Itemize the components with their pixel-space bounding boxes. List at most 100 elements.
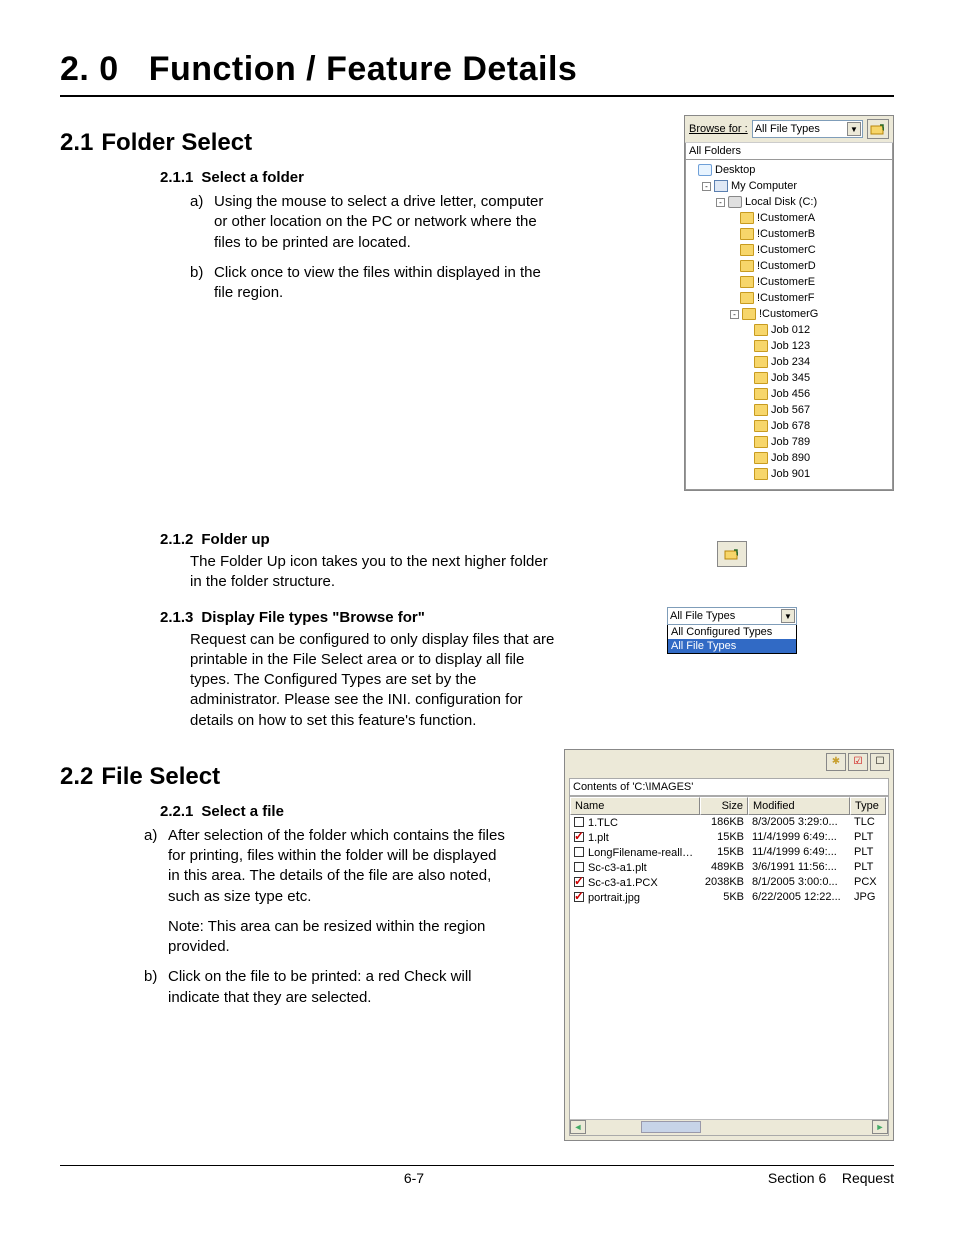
file-type: JPG [850, 890, 886, 905]
checkbox-icon[interactable] [574, 847, 584, 857]
tree-node[interactable]: Job 456 [688, 386, 890, 402]
tree-node-label: !CustomerG [759, 308, 818, 320]
tree-node[interactable]: Job 567 [688, 402, 890, 418]
tree-node-label: Local Disk (C:) [745, 196, 817, 208]
drive-icon [728, 196, 742, 208]
file-row[interactable]: portrait.jpg5KB6/22/2005 12:22...JPG [570, 890, 888, 905]
dropdown-value: All File Types [670, 610, 735, 622]
tree-node[interactable]: Job 123 [688, 338, 890, 354]
folder-icon [740, 276, 754, 288]
new-folder-icon: ✱ [832, 756, 840, 767]
folder-up-button-large[interactable] [717, 541, 747, 567]
tree-node[interactable]: Job 789 [688, 434, 890, 450]
tree-node-label: Job 123 [771, 340, 810, 352]
tree-node[interactable]: Desktop [688, 162, 890, 178]
file-row[interactable]: Sc-c3-a1.plt489KB3/6/1991 11:56:...PLT [570, 860, 888, 875]
scroll-left-button[interactable]: ◄ [570, 1120, 586, 1134]
scroll-right-button[interactable]: ► [872, 1120, 888, 1134]
folder-icon [740, 228, 754, 240]
tree-node[interactable]: !CustomerE [688, 274, 890, 290]
tree-node[interactable]: !CustomerB [688, 226, 890, 242]
folder-up-icon [724, 548, 740, 560]
tree-node-label: Job 901 [771, 468, 810, 480]
list-marker-a: a) [190, 192, 214, 253]
file-row[interactable]: 1.TLC186KB8/3/2005 3:29:0...TLC [570, 815, 888, 830]
tree-node[interactable]: Job 901 [688, 466, 890, 482]
chapter-number: 2. 0 [60, 50, 119, 88]
file-row[interactable]: Sc-c3-a1.PCX2038KB8/1/2005 3:00:0...PCX [570, 875, 888, 890]
file-modified: 11/4/1999 6:49:... [748, 830, 850, 845]
body-text: After selection of the folder which cont… [168, 826, 510, 907]
tree-node[interactable]: Job 678 [688, 418, 890, 434]
tree-node-label: !CustomerA [757, 212, 815, 224]
body-text: The Folder Up icon takes you to the next… [190, 552, 560, 593]
select-all-button[interactable]: ☑ [848, 753, 868, 771]
tree-node[interactable]: - Local Disk (C:) [688, 194, 890, 210]
tree-node[interactable]: -My Computer [688, 178, 890, 194]
file-types-dropdown[interactable]: All File Types ▼ [667, 607, 797, 625]
checkbox-icon[interactable] [574, 862, 584, 872]
tree-node[interactable]: !CustomerF [688, 290, 890, 306]
file-size: 2038KB [700, 875, 748, 890]
footer-title: Request [842, 1170, 894, 1186]
grid-header: Name Size Modified Type [570, 797, 888, 815]
file-type: PLT [850, 845, 886, 860]
tree-node[interactable]: !CustomerC [688, 242, 890, 258]
folder-icon [740, 292, 754, 304]
folder-icon [740, 260, 754, 272]
checkbox-icon[interactable] [574, 832, 584, 842]
heading-2-1-1: 2.1.1Select a folder [160, 169, 560, 186]
file-row[interactable]: 1.plt15KB11/4/1999 6:49:...PLT [570, 830, 888, 845]
file-row[interactable]: LongFilename-reallylo...15KB11/4/1999 6:… [570, 845, 888, 860]
folder-tree[interactable]: Desktop-My Computer-Local Disk (C:)!Cust… [685, 160, 893, 490]
horizontal-scrollbar[interactable]: ◄ ► [570, 1119, 888, 1135]
dropdown-option[interactable]: All Configured Types [668, 625, 796, 639]
file-size: 489KB [700, 860, 748, 875]
list-marker-b: b) [144, 967, 168, 1008]
col-modified[interactable]: Modified [748, 797, 850, 815]
col-name[interactable]: Name [570, 797, 700, 815]
dropdown-option[interactable]: All File Types [668, 639, 796, 653]
tree-toggle-icon[interactable]: - [702, 182, 711, 191]
col-size[interactable]: Size [700, 797, 748, 815]
scroll-thumb[interactable] [641, 1121, 701, 1133]
browse-for-dropdown[interactable]: All File Types ▼ [752, 120, 863, 138]
folder-tree-widget: Browse for : All File Types ▼ All Folder… [684, 115, 894, 491]
file-list-caption: Contents of 'C:\IMAGES' [569, 778, 889, 796]
folder-up-button[interactable] [867, 119, 889, 139]
tree-node[interactable]: Job 234 [688, 354, 890, 370]
chevron-down-icon: ▼ [847, 122, 861, 136]
list-marker-b: b) [190, 263, 214, 304]
checkbox-icon[interactable] [574, 877, 584, 887]
new-folder-button[interactable]: ✱ [826, 753, 846, 771]
col-type[interactable]: Type [850, 797, 886, 815]
tree-node-label: !CustomerB [757, 228, 815, 240]
list-item: b) Click once to view the files within d… [190, 263, 560, 304]
tree-node[interactable]: !CustomerD [688, 258, 890, 274]
tree-node[interactable]: Job 345 [688, 370, 890, 386]
heading-2-1-3: 2.1.3Display File types "Browse for" [160, 609, 560, 626]
file-types-dropdown-open: All File Types ▼ All Configured TypesAll… [667, 607, 797, 654]
tree-toggle-icon[interactable]: - [730, 310, 739, 319]
tree-node-label: Desktop [715, 164, 755, 176]
file-modified: 8/3/2005 3:29:0... [748, 815, 850, 830]
browse-for-label: Browse for : [689, 123, 748, 135]
chapter-title: 2. 0Function / Feature Details [60, 50, 894, 97]
tree-node[interactable]: Job 012 [688, 322, 890, 338]
deselect-all-button[interactable]: ☐ [870, 753, 890, 771]
folder-icon [754, 372, 768, 384]
tree-node[interactable]: - !CustomerG [688, 306, 890, 322]
checkbox-icon[interactable] [574, 892, 584, 902]
file-size: 15KB [700, 845, 748, 860]
tree-node[interactable]: Job 890 [688, 450, 890, 466]
folder-up-icon [870, 123, 886, 135]
tree-node-label: !CustomerC [757, 244, 816, 256]
tree-node-label: Job 012 [771, 324, 810, 336]
folder-icon [754, 356, 768, 368]
folder-icon [740, 244, 754, 256]
list-item: a) Using the mouse to select a drive let… [190, 192, 560, 253]
tree-section-header: All Folders [685, 143, 893, 160]
checkbox-icon[interactable] [574, 817, 584, 827]
tree-toggle-icon[interactable]: - [716, 198, 725, 207]
tree-node[interactable]: !CustomerA [688, 210, 890, 226]
